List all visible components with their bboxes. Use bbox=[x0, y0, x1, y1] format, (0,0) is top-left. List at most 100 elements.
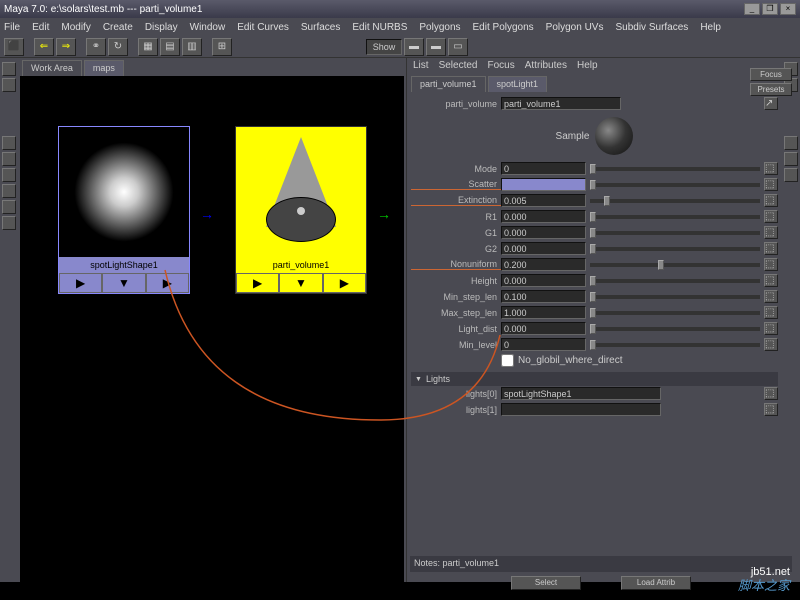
notes-header[interactable]: Notes: parti_volume1 bbox=[410, 556, 792, 572]
param-slider-9[interactable] bbox=[590, 311, 760, 315]
light-connect-1[interactable]: ⬚ bbox=[764, 403, 778, 416]
tool-right-icon[interactable]: ⇒ bbox=[56, 38, 76, 56]
param-slider-10[interactable] bbox=[590, 327, 760, 331]
close-button[interactable]: × bbox=[780, 3, 796, 15]
tool-view3-icon[interactable]: ▭ bbox=[448, 38, 468, 56]
menu-modify[interactable]: Modify bbox=[61, 22, 90, 33]
param-connect-11[interactable]: ⬚ bbox=[764, 338, 778, 351]
menu-create[interactable]: Create bbox=[103, 22, 133, 33]
param-connect-0[interactable]: ⬚ bbox=[764, 162, 778, 175]
node2-arrow-right2-icon[interactable]: ▶ bbox=[323, 273, 366, 293]
attr-menu-list[interactable]: List bbox=[413, 60, 429, 72]
tool-refresh-icon[interactable]: ↻ bbox=[108, 38, 128, 56]
rtool-3[interactable] bbox=[784, 136, 798, 150]
tab-maps[interactable]: maps bbox=[84, 60, 124, 76]
ltool-3[interactable] bbox=[2, 136, 16, 150]
param-connect-6[interactable]: ⬚ bbox=[764, 258, 778, 271]
light-input-0[interactable] bbox=[501, 387, 661, 400]
node-arrow-right2-icon[interactable]: ▶ bbox=[146, 273, 189, 293]
menu-help[interactable]: Help bbox=[700, 22, 721, 33]
name-input[interactable] bbox=[501, 97, 621, 110]
select-button[interactable]: Select bbox=[511, 576, 581, 590]
param-input-7[interactable] bbox=[501, 274, 586, 287]
param-connect-8[interactable]: ⬚ bbox=[764, 290, 778, 303]
attr-menu-help[interactable]: Help bbox=[577, 60, 598, 72]
param-input-2[interactable] bbox=[501, 194, 586, 207]
rtool-4[interactable] bbox=[784, 152, 798, 166]
tool-expand-icon[interactable]: ⊞ bbox=[212, 38, 232, 56]
node-arrow-right-icon[interactable]: ▶ bbox=[59, 273, 102, 293]
attr-menu-selected[interactable]: Selected bbox=[439, 60, 478, 72]
maximize-button[interactable]: ❐ bbox=[762, 3, 778, 15]
param-connect-4[interactable]: ⬚ bbox=[764, 226, 778, 239]
param-slider-1[interactable] bbox=[590, 183, 760, 187]
load-attrib-button[interactable]: Load Attrib bbox=[621, 576, 691, 590]
tab-workarea[interactable]: Work Area bbox=[22, 60, 82, 76]
tool-home-icon[interactable]: ⬛ bbox=[4, 38, 24, 56]
tool-view2-icon[interactable]: ▬ bbox=[426, 38, 446, 56]
param-input-10[interactable] bbox=[501, 322, 586, 335]
light-connect-0[interactable]: ⬚ bbox=[764, 387, 778, 400]
param-input-5[interactable] bbox=[501, 242, 586, 255]
param-slider-0[interactable] bbox=[590, 167, 760, 171]
param-slider-6[interactable] bbox=[590, 263, 760, 267]
ltool-6[interactable] bbox=[2, 184, 16, 198]
ltool-4[interactable] bbox=[2, 152, 16, 166]
menu-display[interactable]: Display bbox=[145, 22, 178, 33]
menu-subdiv[interactable]: Subdiv Surfaces bbox=[615, 22, 688, 33]
ltool-1[interactable] bbox=[2, 62, 16, 76]
sample-sphere-icon[interactable] bbox=[595, 117, 633, 155]
param-connect-7[interactable]: ⬚ bbox=[764, 274, 778, 287]
lights-section-header[interactable]: Lights bbox=[411, 372, 778, 386]
param-input-11[interactable] bbox=[501, 338, 586, 351]
param-input-0[interactable] bbox=[501, 162, 586, 175]
menu-surfaces[interactable]: Surfaces bbox=[301, 22, 340, 33]
attr-menu-focus[interactable]: Focus bbox=[487, 60, 514, 72]
presets-button[interactable]: Presets bbox=[750, 92, 782, 96]
param-input-9[interactable] bbox=[501, 306, 586, 319]
param-input-6[interactable] bbox=[501, 258, 586, 271]
attr-tab-parti[interactable]: parti_volume1 bbox=[411, 76, 486, 92]
tool-grid1-icon[interactable]: ▦ bbox=[138, 38, 158, 56]
param-slider-8[interactable] bbox=[590, 295, 760, 299]
node2-arrow-down-icon[interactable]: ▼ bbox=[279, 273, 322, 293]
rtool-5[interactable] bbox=[784, 168, 798, 182]
name-connect-icon[interactable]: ↗ bbox=[764, 97, 778, 110]
param-connect-1[interactable]: ⬚ bbox=[764, 178, 778, 191]
tool-grid2-icon[interactable]: ▤ bbox=[160, 38, 180, 56]
node-parti-volume[interactable]: parti_volume1 ▶ ▼ ▶ bbox=[235, 126, 367, 294]
menu-editnurbs[interactable]: Edit NURBS bbox=[352, 22, 407, 33]
menu-polygons[interactable]: Polygons bbox=[419, 22, 460, 33]
node2-arrow-right-icon[interactable]: ▶ bbox=[236, 273, 279, 293]
attr-menu-attributes[interactable]: Attributes bbox=[525, 60, 567, 72]
show-button[interactable]: Show bbox=[366, 39, 402, 55]
node-arrow-down-icon[interactable]: ▼ bbox=[102, 273, 145, 293]
ltool-2[interactable] bbox=[2, 78, 16, 92]
param-connect-2[interactable]: ⬚ bbox=[764, 194, 778, 207]
param-connect-10[interactable]: ⬚ bbox=[764, 322, 778, 335]
light-input-1[interactable] bbox=[501, 403, 661, 416]
param-slider-3[interactable] bbox=[590, 215, 760, 219]
param-slider-2[interactable] bbox=[590, 199, 760, 203]
menu-polygonuvs[interactable]: Polygon UVs bbox=[546, 22, 604, 33]
param-connect-3[interactable]: ⬚ bbox=[764, 210, 778, 223]
param-input-1[interactable] bbox=[501, 178, 586, 191]
minimize-button[interactable]: _ bbox=[744, 3, 760, 15]
ltool-7[interactable] bbox=[2, 200, 16, 214]
tool-link-icon[interactable]: ⚭ bbox=[86, 38, 106, 56]
menu-window[interactable]: Window bbox=[190, 22, 226, 33]
attr-tab-spotlight[interactable]: spotLight1 bbox=[488, 76, 548, 92]
param-input-8[interactable] bbox=[501, 290, 586, 303]
ltool-8[interactable] bbox=[2, 216, 16, 230]
param-connect-5[interactable]: ⬚ bbox=[764, 242, 778, 255]
menu-editpolygons[interactable]: Edit Polygons bbox=[473, 22, 534, 33]
menu-editcurves[interactable]: Edit Curves bbox=[237, 22, 289, 33]
param-input-4[interactable] bbox=[501, 226, 586, 239]
ltool-5[interactable] bbox=[2, 168, 16, 182]
tool-grid3-icon[interactable]: ▥ bbox=[182, 38, 202, 56]
graph-canvas[interactable]: spotLightShape1 ▶ ▼ ▶ → parti_volume1 ▶ … bbox=[20, 76, 404, 582]
no-globil-checkbox[interactable] bbox=[501, 354, 514, 367]
node-spotlight[interactable]: spotLightShape1 ▶ ▼ ▶ bbox=[58, 126, 190, 294]
param-slider-11[interactable] bbox=[590, 343, 760, 347]
menu-file[interactable]: File bbox=[4, 22, 20, 33]
